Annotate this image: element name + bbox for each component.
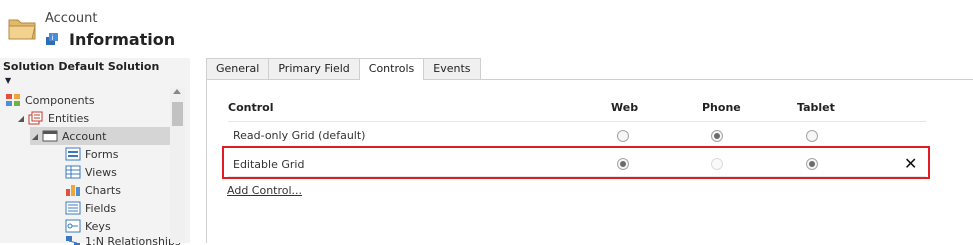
web-radio[interactable] xyxy=(617,130,629,142)
tree-item-views[interactable]: Views xyxy=(65,163,117,181)
tree-item-account[interactable]: ◢ Account xyxy=(30,127,170,145)
info-icon: i xyxy=(46,33,58,45)
components-icon xyxy=(5,93,21,107)
tab-strip: General Primary Field Controls Events xyxy=(206,58,481,80)
highlight-box xyxy=(222,146,930,179)
collapse-arrow-icon[interactable]: ▼ xyxy=(5,76,11,85)
solution-sidebar: Solution Default Solution ▼ Components ◢… xyxy=(0,58,190,245)
views-icon xyxy=(65,165,81,179)
entities-icon xyxy=(28,111,44,125)
tree-item-entities[interactable]: ◢ Entities xyxy=(16,109,89,127)
tree-item-label: Charts xyxy=(85,183,121,197)
header-divider xyxy=(228,121,926,122)
tree-item-components[interactable]: Components xyxy=(5,91,95,109)
expanded-triangle-icon[interactable]: ◢ xyxy=(30,132,40,141)
fields-icon xyxy=(65,201,81,215)
tree-item-charts[interactable]: Charts xyxy=(65,181,121,199)
tree-item-label: Components xyxy=(25,93,95,107)
charts-icon xyxy=(65,183,81,197)
tree-item-label: Forms xyxy=(85,147,119,161)
tree-item-fields[interactable]: Fields xyxy=(65,199,116,217)
tree-item-label: Views xyxy=(85,165,117,179)
tab-general[interactable]: General xyxy=(206,58,270,79)
tab-controls[interactable]: Controls xyxy=(358,58,425,80)
solution-title: Solution Default Solution xyxy=(3,60,160,73)
tree-item-keys[interactable]: Keys xyxy=(65,217,111,235)
forms-icon xyxy=(65,147,81,161)
entity-icon xyxy=(42,129,58,143)
column-header-web: Web xyxy=(611,101,639,114)
tab-events[interactable]: Events xyxy=(423,58,481,79)
folder-icon xyxy=(8,19,36,40)
tablet-radio[interactable] xyxy=(806,130,818,142)
phone-radio[interactable] xyxy=(711,130,723,142)
page-header: Account i Information xyxy=(0,0,973,58)
keys-icon xyxy=(65,219,81,233)
scrollbar-thumb[interactable] xyxy=(172,102,183,126)
column-header-phone: Phone xyxy=(702,101,741,114)
expanded-triangle-icon[interactable]: ◢ xyxy=(16,114,26,123)
sidebar-scrollbar[interactable] xyxy=(170,88,185,243)
page-title: Information xyxy=(69,30,176,49)
tree-item-label: Entities xyxy=(48,111,90,125)
relationships-icon xyxy=(65,235,81,245)
tree-item-label: 1:N Relationships xyxy=(85,235,181,245)
tree-item-relationships[interactable]: 1:N Relationships xyxy=(65,235,181,245)
tree-item-forms[interactable]: Forms xyxy=(65,145,118,163)
tree-item-label: Keys xyxy=(85,219,111,233)
control-row-label: Read-only Grid (default) xyxy=(233,129,366,142)
svg-text:i: i xyxy=(52,34,54,42)
header-entity-name: Account xyxy=(45,11,98,26)
tree-item-label: Account xyxy=(62,129,107,143)
scroll-up-arrow-icon[interactable] xyxy=(173,89,181,94)
tree-item-label: Fields xyxy=(85,201,117,215)
add-control-link[interactable]: Add Control... xyxy=(227,184,302,197)
column-header-control: Control xyxy=(228,101,274,114)
tab-primary-field[interactable]: Primary Field xyxy=(268,58,360,79)
column-header-tablet: Tablet xyxy=(797,101,835,114)
